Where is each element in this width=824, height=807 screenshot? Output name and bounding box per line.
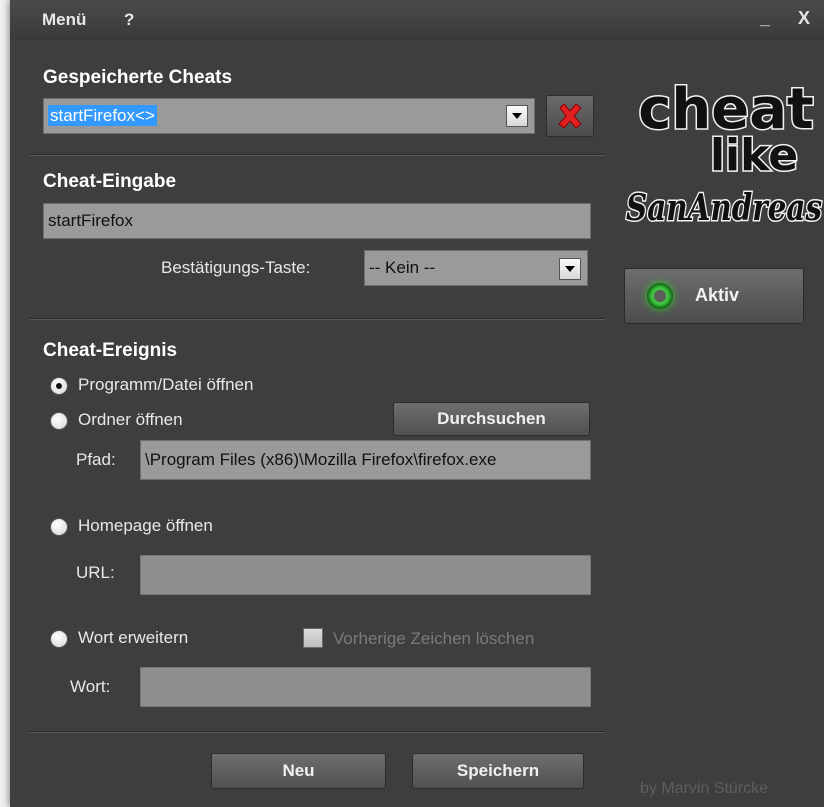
confirm-key-value: -- Kein -- (369, 258, 436, 277)
url-label: URL: (76, 563, 115, 582)
url-field[interactable] (140, 555, 591, 595)
browse-button[interactable]: Durchsuchen (393, 402, 590, 436)
radio-program-label[interactable]: Programm/Datei öffnen (78, 375, 253, 395)
credit-text: by Marvin Stürcke (640, 780, 769, 797)
path-label: Pfad: (76, 450, 116, 469)
cheat-event-heading: Cheat-Ereignis (43, 340, 178, 361)
section-divider (30, 154, 605, 156)
radio-homepage-label[interactable]: Homepage öffnen (78, 516, 213, 536)
delete-previous-checkbox[interactable] (303, 628, 323, 648)
confirm-key-combobox[interactable]: -- Kein -- (364, 250, 588, 286)
confirm-key-label: Bestätigungs-Taste: (161, 258, 311, 277)
radio-word-label[interactable]: Wort erweitern (78, 628, 188, 648)
title-bar: Menü ? _ X (10, 0, 824, 40)
saved-cheats-heading: Gespeicherte Cheats (43, 67, 233, 88)
delete-previous-label[interactable]: Vorherige Zeichen löschen (333, 629, 534, 649)
cheat-like-san-andreas-logo: cheat like SanAndreas (625, 76, 824, 231)
saved-cheats-selected-value: startFirefox<> (48, 105, 157, 126)
chevron-down-icon (565, 266, 575, 272)
menu-item-help[interactable]: ? (124, 10, 134, 30)
word-field[interactable] (140, 667, 591, 707)
path-field[interactable]: \Program Files (x86)\Mozilla Firefox\fir… (140, 440, 591, 480)
word-label: Wort: (70, 677, 111, 696)
status-led-icon (647, 283, 673, 309)
cheat-input-field[interactable]: startFirefox (43, 203, 591, 239)
delete-cheat-button[interactable] (546, 95, 594, 137)
cheat-input-heading: Cheat-Eingabe (43, 171, 177, 192)
radio-homepage[interactable] (50, 518, 68, 536)
section-divider (30, 318, 605, 320)
active-toggle-label: Aktiv (695, 285, 740, 305)
new-button[interactable]: Neu (211, 753, 386, 789)
save-button[interactable]: Speichern (412, 753, 584, 789)
close-button[interactable]: X (798, 8, 810, 29)
minimize-button[interactable]: _ (760, 8, 770, 29)
saved-cheats-combobox[interactable]: startFirefox<> (43, 98, 535, 134)
active-toggle-button[interactable]: Aktiv (624, 268, 804, 324)
logo-line-3: SanAndreas (626, 187, 822, 229)
radio-program[interactable] (50, 377, 68, 395)
main-window: Menü ? _ X Gespeicherte Cheats startFire… (10, 0, 824, 807)
saved-cheats-dropdown-button[interactable] (506, 105, 528, 127)
menu-item-menu[interactable]: Menü (42, 10, 86, 30)
logo-line-2: like (710, 130, 798, 181)
red-x-icon (558, 103, 582, 129)
radio-folder-label[interactable]: Ordner öffnen (78, 410, 183, 430)
chevron-down-icon (512, 113, 522, 119)
confirm-key-dropdown-button[interactable] (559, 258, 581, 280)
radio-word[interactable] (50, 630, 68, 648)
section-divider (30, 731, 605, 733)
radio-folder[interactable] (50, 412, 68, 430)
